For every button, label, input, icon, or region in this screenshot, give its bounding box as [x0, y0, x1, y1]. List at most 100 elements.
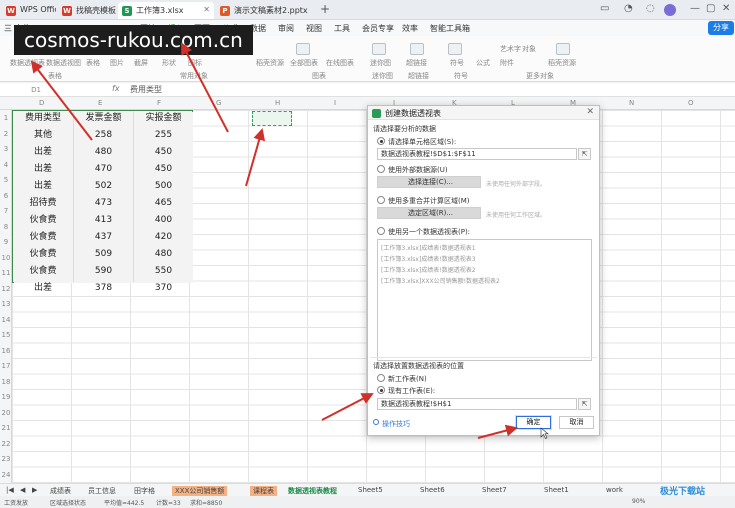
table-cell[interactable]: 伙食费 [14, 230, 72, 246]
range-input[interactable]: 数据透视表教程!$D$1:$F$11 [377, 148, 577, 160]
picture-button[interactable]: 图片 [110, 58, 124, 68]
column-header-f[interactable]: F [157, 99, 161, 107]
table-cell[interactable]: 255 [134, 128, 193, 144]
table-cell[interactable]: 450 [134, 162, 193, 178]
row-header-19[interactable]: 19 [0, 393, 12, 401]
radio-cell-range[interactable] [377, 137, 385, 145]
row-header-20[interactable]: 20 [0, 409, 12, 417]
table-cell[interactable]: 465 [134, 196, 193, 212]
table-cell[interactable]: 其他 [14, 128, 72, 144]
menu-smart-tools[interactable]: 智能工具箱 [430, 23, 470, 34]
list-item[interactable]: [工作簿3.xlsx]成绩表!数据透视表2 [381, 265, 476, 274]
sheet-tab[interactable]: 员工信息 [88, 486, 116, 496]
row-header-7[interactable]: 7 [0, 207, 12, 215]
window-list-icon[interactable]: ▭ [600, 3, 609, 14]
table-button[interactable]: 表格 [86, 58, 100, 68]
row-header-2[interactable]: 2 [0, 130, 12, 138]
location-input[interactable]: 数据透视表教程!$H$1 [377, 398, 577, 410]
table-cell[interactable]: 伙食费 [14, 264, 72, 280]
table-cell[interactable]: 437 [74, 230, 133, 246]
table-cell[interactable]: 509 [74, 247, 133, 263]
ok-button[interactable]: 确定 [516, 416, 551, 429]
attachment-button[interactable]: 附件 [500, 58, 514, 68]
row-header-1[interactable]: 1 [0, 114, 12, 122]
pivot-table-button[interactable]: 数据透视表 [10, 58, 45, 68]
table-cell[interactable]: 378 [74, 281, 133, 297]
menu-efficiency[interactable]: 效率 [402, 23, 418, 34]
column-header-g[interactable]: G [216, 99, 221, 107]
row-header-18[interactable]: 18 [0, 378, 12, 386]
row-header-24[interactable]: 24 [0, 471, 12, 479]
sheet-tab[interactable]: Sheet7 [482, 486, 507, 494]
name-box[interactable]: D1 [4, 84, 68, 96]
menu-view[interactable]: 视图 [306, 23, 322, 34]
sheet-tab[interactable]: 课程表 [250, 486, 277, 496]
row-header-14[interactable]: 14 [0, 316, 12, 324]
select-region-button[interactable]: 选定区域(R)... [377, 207, 481, 219]
radio-new-sheet[interactable] [377, 374, 385, 382]
range-picker-icon[interactable]: ⇱ [578, 148, 591, 160]
minimize-icon[interactable]: — [690, 3, 700, 14]
row-header-9[interactable]: 9 [0, 238, 12, 246]
hyperlink-button[interactable]: 超链接 [406, 58, 427, 68]
row-header-12[interactable]: 12 [0, 285, 12, 293]
table-cell[interactable]: 420 [134, 230, 193, 246]
column-header-d[interactable]: D [39, 99, 44, 107]
menu-tools[interactable]: 工具 [334, 23, 350, 34]
sheet-tab[interactable]: Sheet6 [420, 486, 445, 494]
row-header-5[interactable]: 5 [0, 176, 12, 184]
icon-button[interactable]: 图标 [188, 58, 202, 68]
row-header-23[interactable]: 23 [0, 455, 12, 463]
row-header-22[interactable]: 22 [0, 440, 12, 448]
shape-button[interactable]: 形状 [162, 58, 176, 68]
sheet-tab[interactable]: 数据透视表教程 [288, 486, 337, 496]
row-header-16[interactable]: 16 [0, 347, 12, 355]
screenshot-button[interactable]: 截屏 [134, 58, 148, 68]
docer-resource-button-2[interactable]: 稻壳资源 [548, 58, 576, 68]
tab-workbook3[interactable]: S 工作簿3.xlsx ✕ [118, 2, 214, 19]
sheet-tab[interactable]: Sheet1 [544, 486, 569, 494]
radio-other-pivot[interactable] [377, 227, 385, 235]
selected-cell-h1[interactable] [252, 111, 292, 126]
table-cell[interactable]: 550 [134, 264, 193, 280]
zoom-level[interactable]: 90% [632, 498, 645, 505]
radio-external-source[interactable] [377, 165, 385, 173]
table-cell[interactable]: 400 [134, 213, 193, 229]
close-window-icon[interactable]: ✕ [722, 3, 730, 14]
table-cell[interactable]: 413 [74, 213, 133, 229]
row-header-13[interactable]: 13 [0, 300, 12, 308]
cancel-button[interactable]: 取消 [559, 416, 594, 429]
maximize-icon[interactable]: ▢ [706, 3, 715, 14]
column-header-o[interactable]: O [688, 99, 694, 107]
table-header-cell[interactable]: 费用类型 [14, 111, 72, 127]
formula-button[interactable]: 公式 [476, 58, 490, 68]
table-cell[interactable]: 出差 [14, 162, 72, 178]
row-header-6[interactable]: 6 [0, 192, 12, 200]
radio-multiple-ranges[interactable] [377, 196, 385, 204]
sheet-tab[interactable]: work [606, 486, 623, 494]
table-cell[interactable]: 258 [74, 128, 133, 144]
row-header-4[interactable]: 4 [0, 161, 12, 169]
row-header-3[interactable]: 3 [0, 145, 12, 153]
tab-presentation[interactable]: P 演示文稿素材2.pptx [216, 2, 314, 19]
prev-sheet-icon[interactable]: ◀ [20, 486, 25, 494]
online-chart-button[interactable]: 在线图表 [326, 58, 354, 68]
list-item[interactable]: [工作簿3.xlsx]成绩表!数据透视表1 [381, 243, 476, 252]
close-icon[interactable]: ✕ [586, 107, 594, 117]
row-header-10[interactable]: 10 [0, 254, 12, 262]
table-cell[interactable]: 370 [134, 281, 193, 297]
sheet-tab[interactable]: Sheet5 [358, 486, 383, 494]
close-tab-icon[interactable]: ✕ [203, 5, 210, 14]
table-cell[interactable]: 480 [74, 145, 133, 161]
new-tab-button[interactable]: + [320, 2, 330, 16]
table-cell[interactable]: 590 [74, 264, 133, 280]
fx-icon[interactable]: fx [112, 84, 120, 93]
table-header-cell[interactable]: 实报金额 [134, 111, 193, 127]
user-icon[interactable]: ◔ [624, 3, 633, 14]
all-charts-button[interactable]: 全部图表 [290, 58, 318, 68]
table-header-cell[interactable]: 发票金额 [74, 111, 133, 127]
wordart-button[interactable]: 艺术字 [500, 44, 521, 54]
pivot-list[interactable]: [工作簿3.xlsx]成绩表!数据透视表1 [工作簿3.xlsx]成绩表!数据透… [377, 239, 592, 361]
docer-resource-button[interactable]: 稻壳资源 [256, 58, 284, 68]
table-cell[interactable]: 502 [74, 179, 133, 195]
